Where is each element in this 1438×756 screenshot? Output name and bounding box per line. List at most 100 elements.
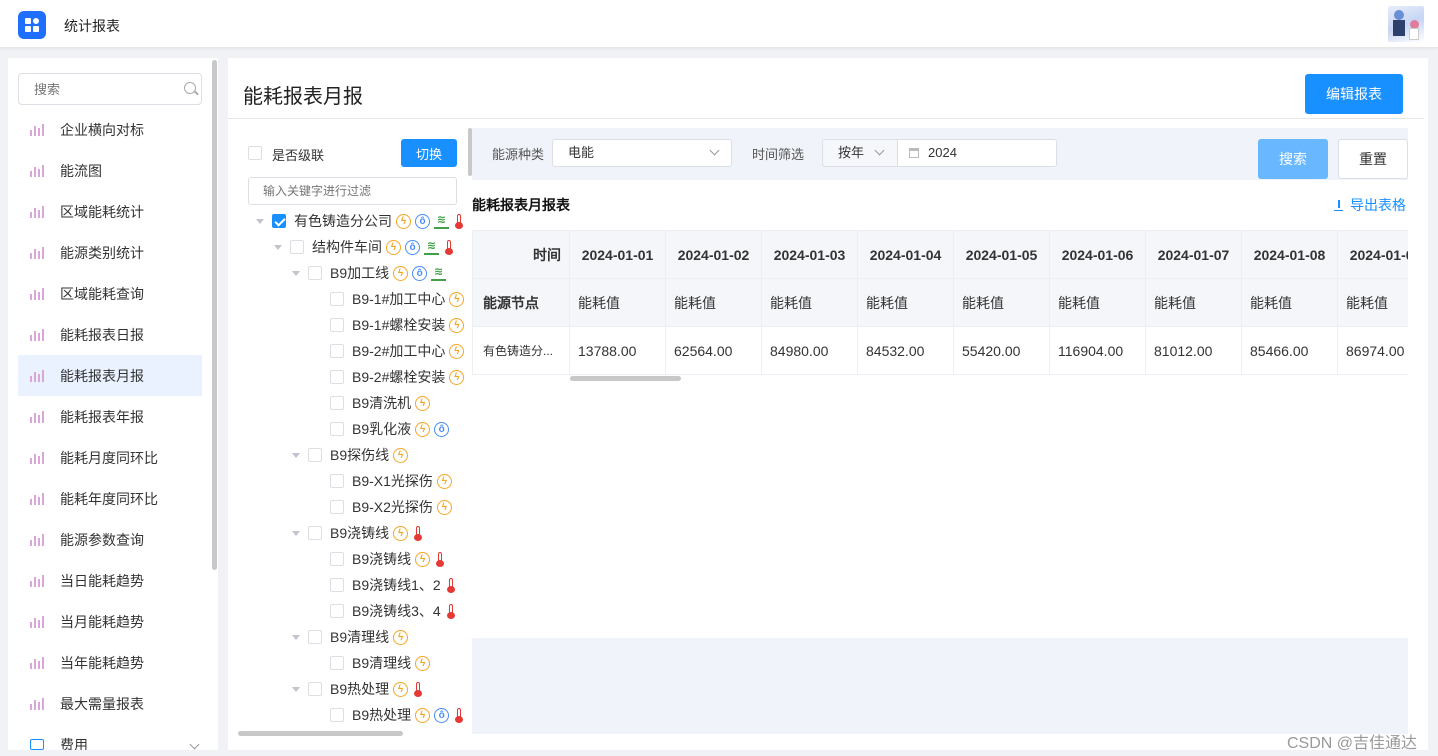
tree-node-checkbox[interactable] xyxy=(330,578,344,592)
chevron-down-icon xyxy=(189,739,200,750)
search-icon[interactable] xyxy=(184,82,196,94)
caret-down-icon[interactable] xyxy=(292,634,300,640)
bar-chart-icon xyxy=(30,164,45,177)
tree-node-checkbox[interactable] xyxy=(290,240,304,254)
tree-node-checkbox[interactable] xyxy=(330,500,344,514)
app-logo-icon[interactable] xyxy=(18,11,46,39)
sidebar-item[interactable]: 能耗年度同环比 xyxy=(18,478,202,519)
sidebar-item[interactable]: 企业横向对标 xyxy=(18,109,202,150)
tree-node-checkbox[interactable] xyxy=(330,344,344,358)
caret-down-icon[interactable] xyxy=(292,452,300,458)
time-mode-select[interactable]: 按年 xyxy=(822,139,898,167)
sidebar-item[interactable]: 当日能耗趋势 xyxy=(18,560,202,601)
tree-node-checkbox[interactable] xyxy=(330,474,344,488)
sidebar-item-label: 区域能耗统计 xyxy=(60,203,144,220)
tree-node-checkbox[interactable] xyxy=(330,370,344,384)
tree-node[interactable]: B9-2#加工中心 ϟ xyxy=(248,338,470,364)
tree-node-checkbox[interactable] xyxy=(308,266,322,280)
tree-node[interactable]: B9浇铸线1、2 xyxy=(248,572,470,598)
tree-node-checkbox[interactable] xyxy=(272,214,286,228)
sidebar-item[interactable]: 能流图 xyxy=(18,150,202,191)
tree-node[interactable]: B9乳化液 ϟ ô xyxy=(248,416,470,442)
tree-filter-input[interactable] xyxy=(248,177,457,205)
tree-node-label: B9-X1光探伤 xyxy=(352,473,433,489)
caret-down-icon[interactable] xyxy=(292,686,300,692)
sidebar-item-label: 当月能耗趋势 xyxy=(60,613,144,630)
tree-node-checkbox[interactable] xyxy=(330,396,344,410)
sidebar-item[interactable]: 能源类别统计 xyxy=(18,232,202,273)
tree-node[interactable]: B9-1#螺栓安装 ϟ xyxy=(248,312,470,338)
sidebar-item[interactable]: 能耗报表年报 xyxy=(18,396,202,437)
tree-node-checkbox[interactable] xyxy=(330,708,344,722)
sidebar-item[interactable]: 能耗报表日报 xyxy=(18,314,202,355)
sidebar-item[interactable]: 最大需量报表 xyxy=(18,683,202,724)
cascade-checkbox[interactable] xyxy=(248,146,262,160)
tree-node-checkbox[interactable] xyxy=(308,448,322,462)
sidebar-item-label: 能耗年度同环比 xyxy=(60,490,158,507)
tree-node[interactable]: 结构件车间 ϟ ô ≋ xyxy=(248,234,470,260)
sidebar-folder-cost[interactable]: 费用 xyxy=(18,724,202,750)
tree-node[interactable]: B9-X1光探伤 ϟ xyxy=(248,468,470,494)
export-table-button[interactable]: 导出表格 xyxy=(1334,195,1406,215)
tree-node[interactable]: B9浇铸线 ϟ xyxy=(248,546,470,572)
caret-down-icon[interactable] xyxy=(292,270,300,276)
tree-node-label: B9清洗机 xyxy=(352,395,412,411)
table-horizontal-scrollbar[interactable] xyxy=(570,376,681,381)
value-cell: 84532.00 xyxy=(857,326,954,375)
caret-down-icon[interactable] xyxy=(256,218,264,224)
tree-node-checkbox[interactable] xyxy=(330,318,344,332)
tree-node[interactable]: B9清理线 ϟ xyxy=(248,624,470,650)
tree-horizontal-scrollbar[interactable] xyxy=(238,731,403,736)
tree-node[interactable]: B9热处理 ϟ ô xyxy=(248,702,470,728)
sidebar-item[interactable]: 能耗月度同环比 xyxy=(18,437,202,478)
sidebar-item[interactable]: 当年能耗趋势 xyxy=(18,642,202,683)
sidebar-scrollbar[interactable] xyxy=(212,60,217,570)
sidebar-item[interactable]: 区域能耗查询 xyxy=(18,273,202,314)
tree-node-checkbox[interactable] xyxy=(330,552,344,566)
lightning-icon: ϟ xyxy=(393,265,409,281)
avatar[interactable] xyxy=(1388,6,1424,42)
reset-button[interactable]: 重置 xyxy=(1338,139,1408,179)
tree-node[interactable]: B9清理线 ϟ xyxy=(248,650,470,676)
value-cell: 86974.00 xyxy=(1337,326,1408,375)
tree-node[interactable]: B9-X2光探伤 ϟ xyxy=(248,494,470,520)
tree-node[interactable]: B9加工线 ϟ ô ≋ xyxy=(248,260,470,286)
tree-node[interactable]: B9浇铸线3、4 xyxy=(248,598,470,624)
top-bar: 统计报表 xyxy=(0,0,1438,48)
tree-node[interactable]: B9浇铸线 ϟ xyxy=(248,520,470,546)
energy-type-select[interactable]: 电能 xyxy=(552,139,732,167)
bar-chart-icon xyxy=(30,410,45,423)
sidebar-search-input[interactable] xyxy=(18,73,202,105)
tree-node[interactable]: B9-1#加工中心 ϟ xyxy=(248,286,470,312)
tree-node-checkbox[interactable] xyxy=(330,656,344,670)
search-button[interactable]: 搜索 xyxy=(1258,139,1328,179)
caret-down-icon[interactable] xyxy=(274,244,282,250)
switch-button[interactable]: 切换 xyxy=(401,139,457,167)
tree-node[interactable]: B9探伤线 ϟ xyxy=(248,442,470,468)
tree-node-label: B9热处理 xyxy=(330,681,390,697)
tree-node-label: B9热处理 xyxy=(352,707,412,723)
table-row[interactable]: 有色铸造分... 13788.00 62564.00 84980.00 84532.00… xyxy=(472,326,1408,375)
sidebar-item[interactable]: 当月能耗趋势 xyxy=(18,601,202,642)
year-picker[interactable]: 2024 xyxy=(897,139,1057,167)
tree-node-checkbox[interactable] xyxy=(330,422,344,436)
tree-node-checkbox[interactable] xyxy=(330,604,344,618)
tree-node-checkbox[interactable] xyxy=(330,292,344,306)
tree-node-checkbox[interactable] xyxy=(308,526,322,540)
tree-node-checkbox[interactable] xyxy=(308,630,322,644)
sidebar-item[interactable]: 能耗报表月报 xyxy=(18,355,202,396)
lightning-icon: ϟ xyxy=(396,213,411,229)
tree-node[interactable]: B9热处理 ϟ xyxy=(248,676,470,702)
tree-node[interactable]: 有色铸造分公司 ϟ ô ≋ xyxy=(248,208,470,234)
thermometer-icon xyxy=(414,525,423,541)
bar-chart-icon xyxy=(30,574,45,587)
table-header-row: 时间 2024-01-01 2024-01-02 2024-01-03 2024-01-… xyxy=(472,230,1408,279)
sidebar-item[interactable]: 能源参数查询 xyxy=(18,519,202,560)
sidebar-item[interactable]: 区域能耗统计 xyxy=(18,191,202,232)
tree-node[interactable]: B9清洗机 ϟ xyxy=(248,390,470,416)
value-label-header: 能耗值 xyxy=(1145,278,1242,327)
tree-node-checkbox[interactable] xyxy=(308,682,322,696)
tree-node[interactable]: B9-2#螺栓安装 ϟ xyxy=(248,364,470,390)
edit-report-button[interactable]: 编辑报表 xyxy=(1305,74,1403,114)
caret-down-icon[interactable] xyxy=(292,530,300,536)
